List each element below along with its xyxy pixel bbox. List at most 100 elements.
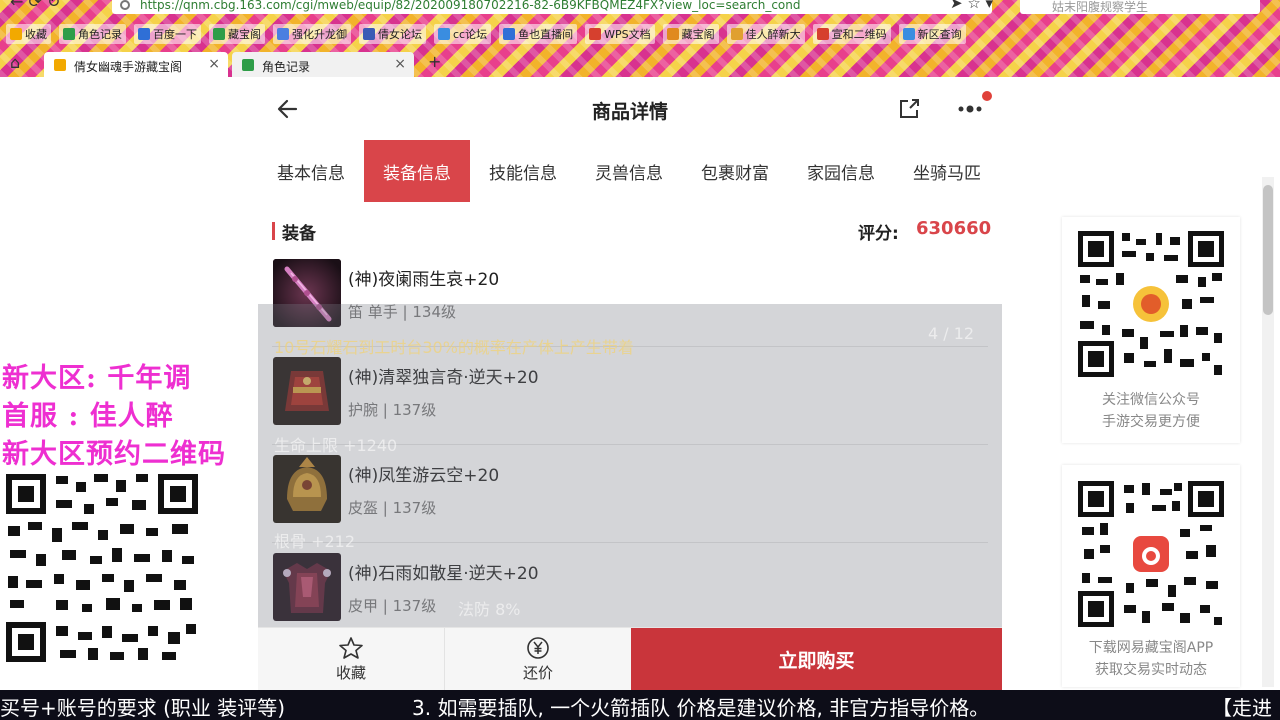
equipment-name: (神)夜阑雨生哀+20 — [348, 270, 500, 290]
bookmark-item[interactable]: 强化升龙御 — [273, 24, 351, 44]
bookmark-item[interactable]: WPS文档 — [585, 24, 655, 44]
star-outline-icon — [339, 637, 363, 659]
bookmark-favicon-icon — [213, 28, 225, 40]
bookmark-item[interactable]: 藏宝阁 — [662, 24, 719, 44]
qr-code-icon — [1076, 229, 1226, 379]
close-icon[interactable]: × — [208, 56, 220, 72]
sheet-favicon-icon — [242, 59, 254, 71]
detail-tab[interactable]: 基本信息 — [258, 140, 364, 202]
bookmark-item[interactable]: 收藏 — [6, 24, 51, 44]
detail-tab[interactable]: 装备信息 — [364, 140, 470, 202]
qr-code-icon — [1076, 479, 1226, 629]
bargain-button[interactable]: 还价 — [444, 628, 631, 690]
share-icon[interactable] — [896, 96, 922, 122]
bookmark-label: WPS文档 — [604, 28, 651, 41]
detail-tab[interactable]: 包裹财富 — [682, 140, 788, 202]
bargain-label: 还价 — [522, 664, 553, 682]
ticker-text: 3. 如需要插队, 一个火箭插队 价格是建议价格, 非官方指导价格。 — [412, 696, 990, 720]
bookmark-item[interactable]: 百度一下 — [134, 24, 201, 44]
home-icon[interactable]: ⌂ — [10, 53, 20, 72]
equipment-meta: 护腕 | 137级 — [348, 401, 437, 419]
bookmark-item[interactable]: 角色记录 — [59, 24, 126, 44]
yuan-coin-icon — [527, 637, 549, 659]
score-label: 评分: — [858, 224, 899, 244]
bookmark-item[interactable]: 鱼也直播间 — [499, 24, 578, 44]
bookmark-item[interactable]: 佳人醉新大 — [726, 24, 805, 44]
lock-icon — [120, 0, 130, 10]
bookmark-favicon-icon — [277, 28, 289, 40]
stream-ticker: 买号+账号的要求 (职业 装评等) 3. 如需要插队, 一个火箭插队 价格是建议… — [0, 690, 1280, 720]
qr-caption: 下载网易藏宝阁APP 获取交易实时动态 — [1062, 637, 1240, 681]
ticker-text: 【走进 — [1212, 696, 1272, 720]
bookmark-favicon-icon — [138, 28, 150, 40]
bookmark-label: 倩女论坛 — [378, 28, 422, 41]
bookmark-favicon-icon — [666, 28, 679, 40]
tab-cbg[interactable]: 倩女幽魂手游藏宝阁 × — [44, 52, 228, 77]
equipment-row[interactable]: (神)夜阑雨生哀+20 笛 单手 | 134级 — [258, 249, 1002, 347]
more-icon[interactable] — [956, 99, 988, 119]
equipment-row[interactable]: (神)清翠独言奇·逆天+20 护腕 | 137级 — [258, 347, 1002, 445]
detail-tab[interactable]: 坐骑马匹 — [894, 140, 1000, 202]
equipment-name: (神)凤笙游云空+20 — [348, 466, 500, 486]
bookmark-item[interactable]: cc论坛 — [434, 24, 492, 44]
bracer-item-icon — [273, 357, 341, 425]
equipment-row[interactable]: (神)凤笙游云空+20 皮盔 | 137级 — [258, 445, 1002, 543]
scrollbar-thumb[interactable] — [1263, 185, 1273, 315]
armor-item-icon — [273, 553, 341, 621]
new-tab-icon[interactable]: + — [428, 52, 441, 71]
qr-caption: 关注微信公众号 手游交易更方便 — [1062, 389, 1240, 433]
favorite-label: 收藏 — [335, 664, 366, 682]
equipment-meta: 皮盔 | 137级 — [348, 499, 437, 517]
address-bar[interactable]: https://qnm.cbg.163.com/cgi/mweb/equip/8… — [112, 0, 992, 14]
equipment-meta: 笛 单手 | 134级 — [348, 303, 456, 321]
page-title: 商品详情 — [591, 101, 668, 123]
detail-tab[interactable]: 灵兽信息 — [576, 140, 682, 202]
promo-line: 新大区: 千年调 — [2, 363, 192, 394]
qr-caption-line: 手游交易更方便 — [1102, 414, 1200, 430]
notification-dot — [982, 91, 992, 101]
promo-line: 首服 : 佳人醉 — [2, 401, 174, 432]
buy-now-button[interactable]: 立即购买 — [631, 628, 1002, 690]
tab-strip: ⌂ 倩女幽魂手游藏宝阁 × 角色记录 × + — [0, 50, 1280, 77]
bookmark-label: 强化升龙御 — [292, 28, 347, 41]
bookmark-label: 藏宝阁 — [681, 28, 715, 41]
detail-tab[interactable]: 家园信息 — [788, 140, 894, 202]
bookmark-item[interactable]: 藏宝阁 — [209, 24, 265, 44]
bookmark-label: 佳人醉新大 — [745, 28, 801, 41]
bookmark-favicon-icon — [902, 28, 915, 40]
close-icon[interactable]: × — [394, 56, 406, 72]
tab-title: 角色记录 — [262, 60, 311, 74]
equipment-name: (神)清翠独言奇·逆天+20 — [348, 368, 539, 388]
bookmark-label: 鱼也直播间 — [518, 28, 574, 41]
bookmark-label: 藏宝阁 — [228, 28, 261, 41]
bookmark-label: 宣和二维码 — [831, 28, 887, 41]
browser-search-input[interactable]: 姑末阳腹规察学生 — [1020, 0, 1260, 14]
favorite-button[interactable]: 收藏 — [258, 628, 444, 690]
bookmark-label: 收藏 — [25, 28, 47, 41]
browser-chrome: ← ⟳ ↻ https://qnm.cbg.163.com/cgi/mweb/e… — [0, 0, 1280, 77]
tab-role-record[interactable]: 角色记录 × — [232, 52, 414, 77]
bottom-action-bar: 收藏 还价 立即购买 — [258, 627, 1002, 690]
bookmarks-bar: 收藏 角色记录 百度一下 藏宝阁 强化升龙御 倩女论坛 cc论坛 鱼也直播间 WPS文档 藏宝阁 佳… — [6, 24, 966, 44]
star-icon[interactable]: ➤ ☆ ▾ — [950, 0, 993, 12]
flute-item-icon — [273, 259, 341, 327]
helmet-item-icon — [273, 455, 341, 523]
qr-caption-line: 下载网易藏宝阁APP — [1088, 640, 1214, 656]
bookmark-item[interactable]: 倩女论坛 — [359, 24, 426, 44]
bookmark-item[interactable]: 宣和二维码 — [812, 24, 891, 44]
ticker-text: 买号+账号的要求 (职业 装评等) — [0, 696, 286, 720]
qr-caption-line: 获取交易实时动态 — [1095, 662, 1207, 678]
tab-title: 倩女幽魂手游藏宝阁 — [74, 60, 183, 74]
bookmark-favicon-icon — [503, 28, 516, 40]
bookmark-label: 新区查询 — [917, 28, 962, 41]
address-text: https://qnm.cbg.163.com/cgi/mweb/equip/8… — [140, 0, 801, 12]
wechat-qr-card: 关注微信公众号 手游交易更方便 — [1062, 217, 1240, 443]
section-title: 装备 — [282, 224, 316, 244]
mobile-detail-panel: 商品详情 基本信息 装备信息 技能信息 灵兽信息 包裹财富 家园信息 坐骑马匹 装备 评分:… — [258, 77, 1002, 690]
equipment-name: (神)石雨如散星·逆天+20 — [348, 564, 539, 584]
nav-buttons[interactable]: ← ⟳ ↻ — [10, 0, 60, 11]
promo-line: 新大区预约二维码 — [2, 439, 226, 470]
bookmark-favicon-icon — [363, 28, 375, 40]
detail-tab[interactable]: 技能信息 — [470, 140, 576, 202]
bookmark-item[interactable]: 新区查询 — [898, 24, 966, 44]
